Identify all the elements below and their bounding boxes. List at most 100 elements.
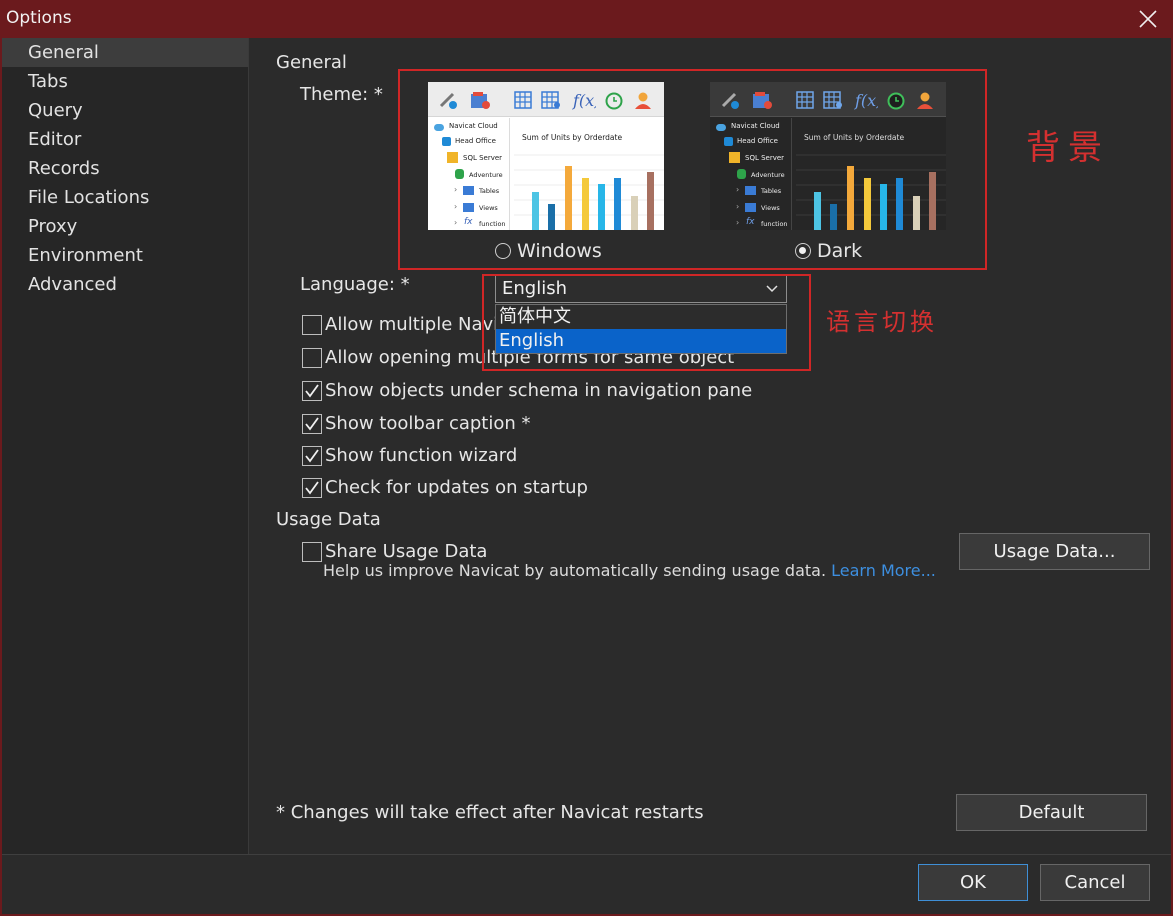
checkbox-checked-icon [302,380,322,401]
server-icon [442,137,451,146]
tree-item: Adventure [751,171,785,179]
ok-button[interactable]: OK [918,864,1028,901]
cancel-button[interactable]: Cancel [1040,864,1150,901]
preview-chart-title: Sum of Units by Orderdate [522,133,623,142]
checkbox-checked-icon [302,413,322,434]
event-icon [605,92,623,110]
learn-more-link[interactable]: Learn More... [831,561,936,580]
database-icon [455,169,464,179]
usage-help-text: Help us improve Navicat by automatically… [323,561,827,580]
tree-item: SQL Server [745,154,785,162]
tree-item: Views [479,204,498,212]
checkbox-label: Show toolbar caption * [325,413,531,434]
windows-theme-preview[interactable]: f(x) Navicat Cloud Head Office SQL Serve… [428,82,664,230]
tree-item: Adventure [469,171,503,179]
check-updates-checkbox[interactable]: Check for updates on startup [302,477,588,498]
title-bar: Options [0,0,1173,38]
sidebar-item-records[interactable]: Records [2,154,248,183]
default-button[interactable]: Default [956,794,1147,831]
expand-icon: › [454,218,458,227]
connect-icon [439,92,457,109]
background-annotation: 背景 [1026,128,1110,168]
dialog-footer: OK Cancel [2,854,1171,914]
user-icon [635,92,651,109]
cloud-icon [716,124,726,131]
table-icon [514,91,532,109]
language-label: Language: * [300,274,410,295]
checkbox-checked-icon [302,477,322,498]
view-icon [823,91,842,109]
show-toolbar-caption-checkbox[interactable]: Show toolbar caption * [302,413,531,434]
tables-icon [463,186,474,195]
view-icon [541,91,560,109]
theme-dark-radio[interactable]: Dark [795,240,862,262]
sidebar-item-tabs[interactable]: Tabs [2,67,248,96]
checkbox-label: Allow multiple Navi [325,314,499,335]
theme-windows-radio[interactable]: Windows [495,240,602,262]
sidebar-item-general[interactable]: General [2,38,248,67]
share-usage-checkbox[interactable]: Share Usage Data [302,541,487,562]
general-section-title: General [276,52,347,73]
sidebar-item-file-locations[interactable]: File Locations [2,183,248,212]
radio-selected-icon [795,243,811,259]
general-panel: General Theme: * f(x) Navicat Cloud Head… [250,38,1171,854]
usage-data-button[interactable]: Usage Data... [959,533,1150,570]
sidebar-item-editor[interactable]: Editor [2,125,248,154]
language-switch-annotation: 语言切换 [826,308,938,336]
sql-server-icon [447,152,458,163]
checkbox-icon [302,541,322,562]
show-function-wizard-checkbox[interactable]: Show function wizard [302,445,517,466]
connect-icon [721,92,739,109]
checkbox-icon [302,347,322,368]
function-tree-icon: fx [464,217,473,227]
radio-icon [495,243,511,259]
table-icon [796,91,814,109]
close-icon[interactable] [1137,8,1159,30]
tree-item: Navicat Cloud [731,122,780,130]
dark-theme-preview[interactable]: f(x) Navicat Cloud Head Office SQL Serve… [710,82,946,230]
new-query-icon [753,92,772,109]
sidebar-item-environment[interactable]: Environment [2,241,248,270]
preview-tree: Navicat Cloud Head Office SQL Server Adv… [428,118,510,230]
expand-icon: › [454,185,458,194]
tree-item: function [761,220,788,228]
usage-section-title: Usage Data [276,509,381,530]
usage-help-line: Help us improve Navicat by automatically… [323,561,936,580]
function-icon: f(x) [572,91,596,110]
theme-label: Theme: * [300,84,383,105]
checkbox-label: Check for updates on startup [325,477,588,498]
preview-chart [796,154,946,230]
expand-icon: › [454,202,458,211]
views-icon [463,203,474,212]
cloud-icon [434,124,444,131]
checkbox-label: Show objects under schema in navigation … [325,380,753,401]
function-tree-icon: fx [746,217,755,227]
database-icon [737,169,746,179]
checkbox-checked-icon [302,445,322,466]
theme-windows-label: Windows [517,240,602,262]
svg-text:f(x): f(x) [854,91,878,110]
sidebar-item-proxy[interactable]: Proxy [2,212,248,241]
show-objects-under-schema-checkbox[interactable]: Show objects under schema in navigation … [302,380,752,401]
sidebar-item-advanced[interactable]: Advanced [2,270,248,299]
tree-item: Tables [761,187,782,195]
theme-dark-label: Dark [817,240,863,262]
checkbox-label: Share Usage Data [325,541,488,562]
new-query-icon [471,92,490,109]
tree-item: Navicat Cloud [449,122,498,130]
preview-chart-title: Sum of Units by Orderdate [804,133,905,142]
allow-multiple-navicat-checkbox[interactable]: Allow multiple Navi [302,314,498,335]
tables-icon [745,186,756,195]
svg-text:f(x): f(x) [572,91,596,110]
tree-item: function [479,220,506,228]
preview-tree: Navicat Cloud Head Office SQL Server Adv… [710,118,792,230]
tree-item: Views [761,204,780,212]
preview-chart [514,154,664,230]
language-highlight-box [482,274,811,371]
tree-item: Head Office [455,137,496,145]
dialog-body: General Tabs Query Editor Records File L… [2,38,1171,914]
sidebar-item-query[interactable]: Query [2,96,248,125]
restart-note: * Changes will take effect after Navicat… [276,802,704,823]
options-sidebar: General Tabs Query Editor Records File L… [2,38,249,854]
expand-icon: › [736,202,740,211]
